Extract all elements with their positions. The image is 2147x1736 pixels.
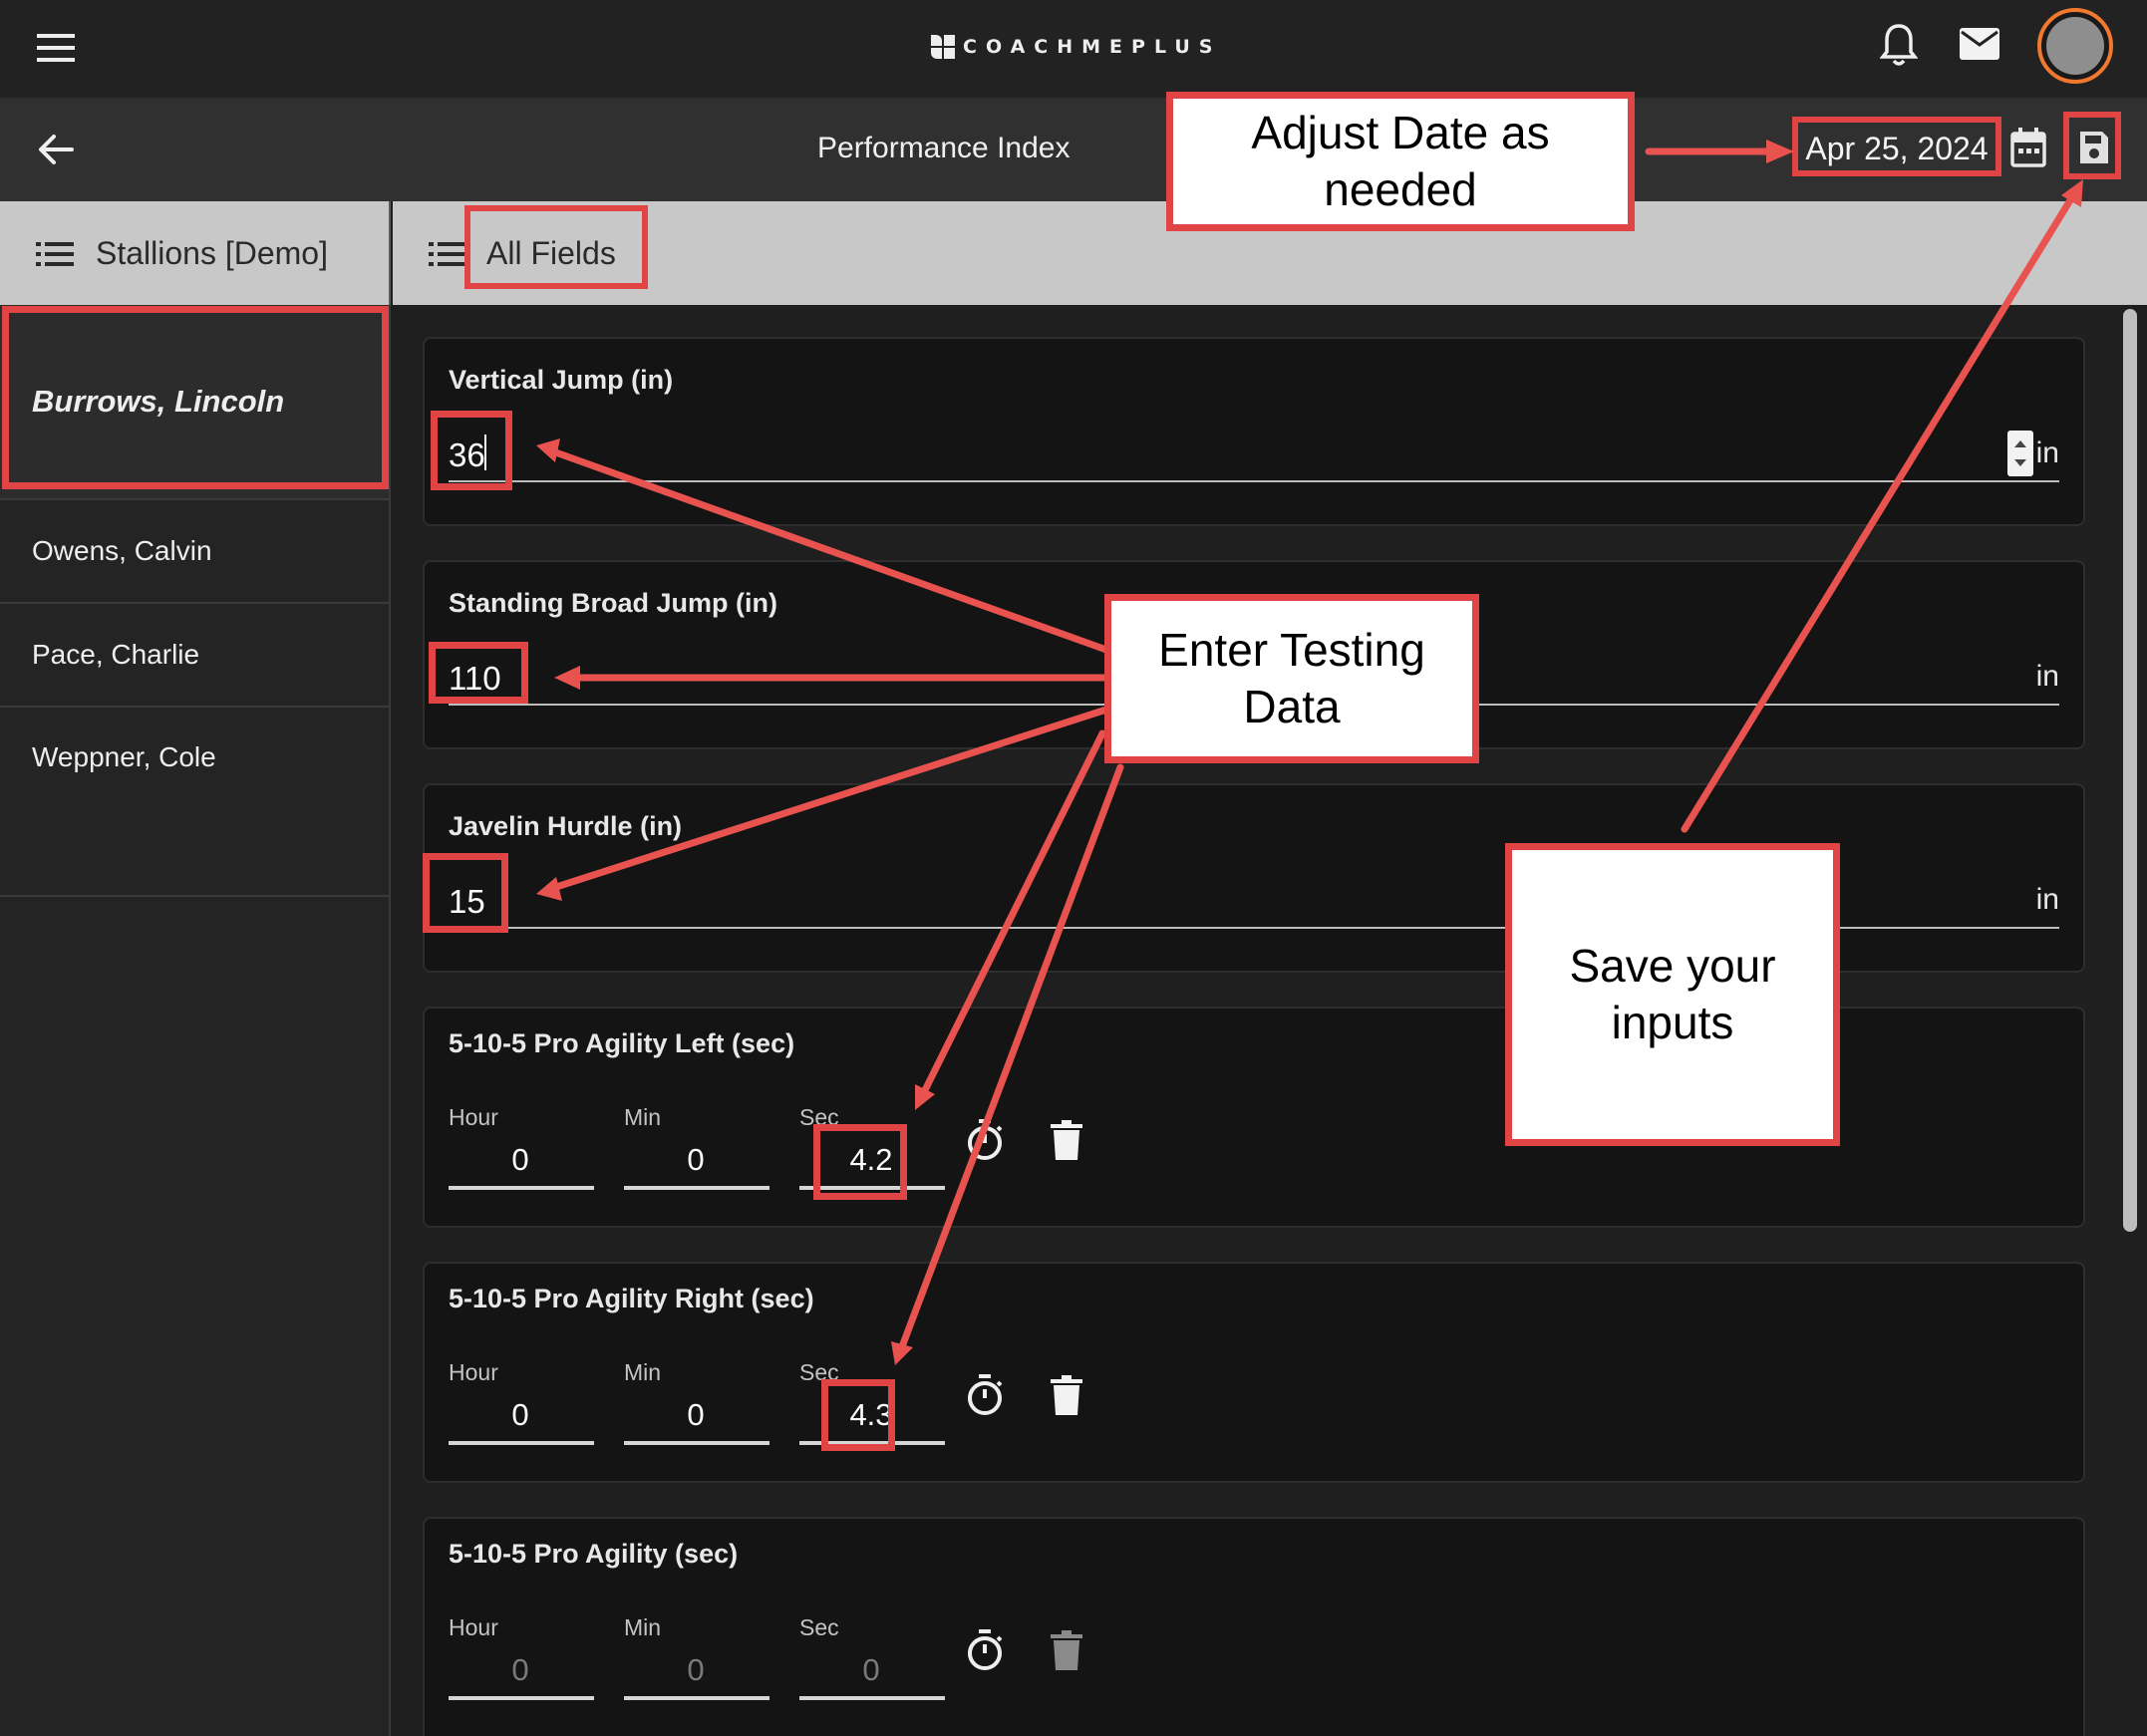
top-app-bar: COACHMEPLUS <box>0 0 2147 98</box>
input-underline <box>799 1696 945 1700</box>
athlete-item-pace-charlie[interactable]: Pace, Charlie <box>0 604 389 708</box>
unit-label: in <box>2035 436 2059 469</box>
stopwatch-icon[interactable] <box>965 1373 1005 1417</box>
callout-enter-testing-data: Enter Testing Data <box>1104 594 1479 763</box>
pro-agility-left-highlight <box>813 1124 907 1200</box>
trash-icon[interactable] <box>1051 1120 1082 1160</box>
field-card-vertical-jump: Vertical Jump (in) 36 in <box>423 337 2085 526</box>
selected-athlete-highlight <box>2 306 389 489</box>
mail-icon[interactable] <box>1958 26 2001 62</box>
vertical-jump-highlight <box>431 411 512 490</box>
javelin-hurdle-highlight <box>423 853 508 933</box>
sec-input[interactable]: 0 <box>799 1652 943 1688</box>
hour-label: Hour <box>449 1104 498 1130</box>
input-underline <box>449 1186 594 1190</box>
date-value[interactable]: Apr 25, 2024 <box>1798 131 1995 167</box>
bell-icon[interactable] <box>1880 22 1918 68</box>
min-label: Min <box>624 1359 662 1385</box>
filter-label[interactable]: All Fields <box>486 235 616 272</box>
logo-text: COACHMEPLUS <box>963 36 1222 58</box>
field-label: Standing Broad Jump (in) <box>449 588 777 618</box>
input-underline <box>449 1441 594 1445</box>
hour-label: Hour <box>449 1359 498 1385</box>
stopwatch-icon[interactable] <box>965 1118 1005 1162</box>
input-underline <box>624 1441 769 1445</box>
callout-save-inputs: Save your inputs <box>1505 843 1840 1146</box>
field-label: Vertical Jump (in) <box>449 365 674 395</box>
save-icon <box>2078 130 2110 165</box>
logo-mark-icon <box>931 35 955 59</box>
field-label: 5-10-5 Pro Agility Right (sec) <box>449 1284 814 1313</box>
calendar-icon[interactable] <box>2008 126 2048 169</box>
unit-label: in <box>2035 660 2059 693</box>
list-icon <box>36 241 74 267</box>
team-label: Stallions [Demo] <box>96 235 328 271</box>
hour-label: Hour <box>449 1614 498 1640</box>
min-label: Min <box>624 1614 662 1640</box>
avatar[interactable] <box>2037 8 2113 84</box>
field-label: Javelin Hurdle (in) <box>449 811 683 841</box>
broad-jump-highlight <box>429 642 528 704</box>
trash-icon <box>1051 1630 1082 1670</box>
page-title: Performance Index <box>817 132 1071 164</box>
hour-input[interactable]: 0 <box>449 1397 592 1433</box>
menu-icon[interactable] <box>35 28 77 68</box>
app-logo: COACHMEPLUS <box>931 30 1222 64</box>
back-arrow-icon[interactable] <box>36 130 76 169</box>
scrollbar[interactable] <box>2123 309 2137 1232</box>
callout-adjust-date: Adjust Date as needed <box>1166 92 1635 231</box>
sec-label: Sec <box>799 1614 839 1640</box>
number-stepper[interactable] <box>2007 431 2033 476</box>
page-header: Performance Index Apr 25, 2024 <box>0 98 2147 201</box>
input-underline <box>624 1696 769 1700</box>
input-underline <box>449 1696 594 1700</box>
athlete-item-owens-calvin[interactable]: Owens, Calvin <box>0 500 389 604</box>
save-button[interactable] <box>2063 112 2121 179</box>
trash-icon[interactable] <box>1051 1375 1082 1415</box>
team-selector[interactable]: Stallions [Demo] <box>0 201 391 305</box>
stopwatch-icon[interactable] <box>965 1628 1005 1672</box>
pro-agility-right-highlight <box>821 1379 895 1451</box>
min-label: Min <box>624 1104 662 1130</box>
min-input[interactable]: 0 <box>624 1397 767 1433</box>
hour-input[interactable]: 0 <box>449 1652 592 1688</box>
field-label: 5-10-5 Pro Agility (sec) <box>449 1539 739 1569</box>
list-icon[interactable] <box>429 241 466 267</box>
field-label: 5-10-5 Pro Agility Left (sec) <box>449 1028 795 1058</box>
min-input[interactable]: 0 <box>624 1142 767 1178</box>
athlete-item-weppner-cole[interactable]: Weppner, Cole <box>0 708 389 897</box>
field-card-pro-agility: 5-10-5 Pro Agility (sec) Hour Min Sec 0 … <box>423 1517 2085 1736</box>
min-input[interactable]: 0 <box>624 1652 767 1688</box>
input-underline <box>449 480 2059 482</box>
unit-label: in <box>2035 883 2059 916</box>
field-card-pro-agility-right: 5-10-5 Pro Agility Right (sec) Hour Min … <box>423 1262 2085 1483</box>
date-picker[interactable]: Apr 25, 2024 <box>1792 117 2001 176</box>
hour-input[interactable]: 0 <box>449 1142 592 1178</box>
input-underline <box>624 1186 769 1190</box>
